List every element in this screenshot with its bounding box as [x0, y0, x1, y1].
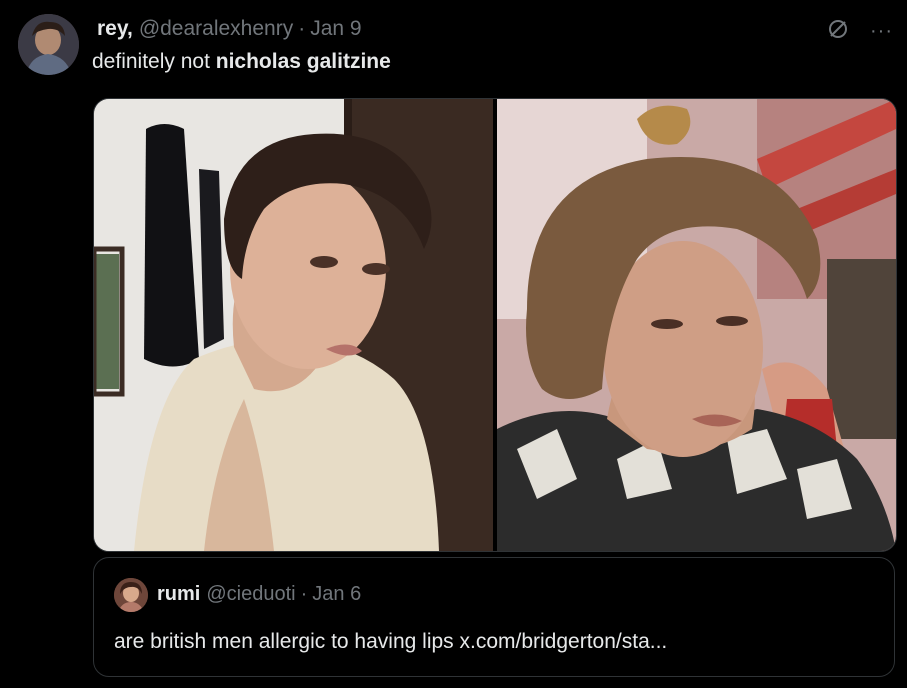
- media-grid: [93, 98, 897, 552]
- author-handle[interactable]: @dearalexhenry: [139, 17, 293, 41]
- quoted-author-display-name[interactable]: rumi: [157, 583, 200, 606]
- tweet-text: definitely not nicholas galitzine: [92, 50, 391, 74]
- tweet-top-actions: ···: [826, 17, 893, 46]
- quoted-tweet-text: are british men allergic to having lips …: [114, 630, 668, 653]
- quoted-header-separator: ·: [300, 583, 308, 605]
- tweet-text-plain: definitely not: [92, 50, 216, 73]
- quoted-author-handle[interactable]: @cieduoti: [206, 583, 295, 606]
- photo-right-image: [497, 99, 896, 551]
- author-avatar[interactable]: [18, 14, 79, 75]
- quoted-tweet[interactable]: rumi @cieduoti · Jan 6 are british men a…: [93, 557, 895, 677]
- tweet-text-bold: nicholas galitzine: [215, 50, 391, 73]
- more-icon[interactable]: ···: [870, 20, 893, 43]
- photo-left-image: [94, 99, 493, 551]
- author-display-name[interactable]: rey,: [97, 17, 133, 41]
- quoted-tweet-date[interactable]: Jan 6: [312, 583, 361, 606]
- quoted-author-avatar[interactable]: [114, 578, 148, 612]
- header-separator: ·: [298, 17, 306, 40]
- grok-icon[interactable]: [826, 17, 850, 46]
- photo-left[interactable]: [94, 99, 493, 551]
- tweet-date[interactable]: Jan 9: [310, 17, 361, 41]
- tweet-header: rey, @dearalexhenry · Jan 9: [97, 16, 362, 42]
- photo-right[interactable]: [497, 99, 896, 551]
- quoted-tweet-header: rumi @cieduoti · Jan 6: [157, 583, 361, 606]
